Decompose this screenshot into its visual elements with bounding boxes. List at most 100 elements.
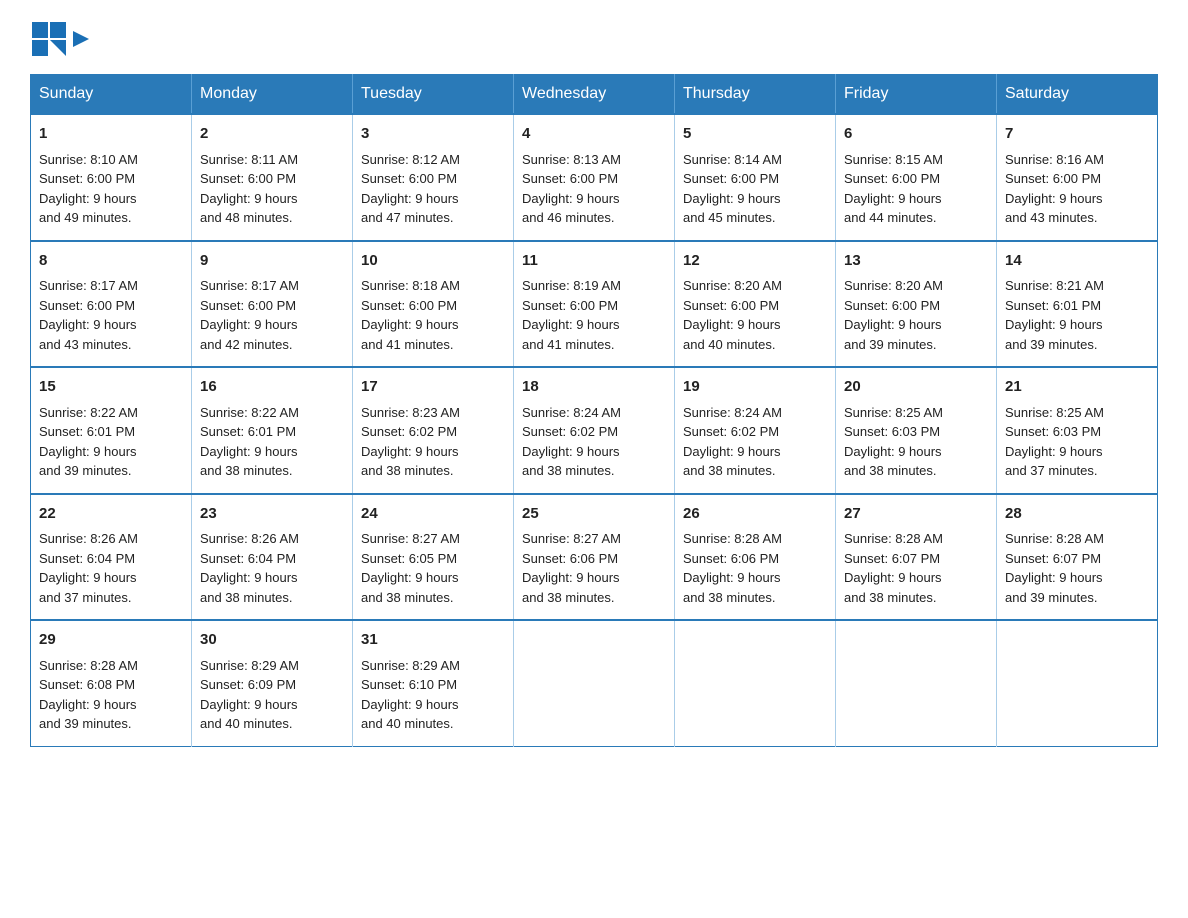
- calendar-cell: 17 Sunrise: 8:23 AMSunset: 6:02 PMDayligh…: [353, 367, 514, 494]
- day-info: Sunrise: 8:26 AMSunset: 6:04 PMDaylight:…: [200, 529, 344, 607]
- calendar-cell: 8Sunrise: 8:17 AMSunset: 6:00 PMDaylight…: [31, 241, 192, 368]
- day-info: Sunrise: 8:23 AMSunset: 6:02 PMDaylight:…: [361, 403, 505, 481]
- day-info: Sunrise: 8:22 AMSunset: 6:01 PMDaylight:…: [39, 403, 183, 481]
- header-monday: Monday: [192, 75, 353, 115]
- day-headers: Sunday Monday Tuesday Wednesday Thursday…: [31, 75, 1158, 115]
- calendar-cell: [997, 620, 1158, 746]
- day-info: Sunrise: 8:21 AMSunset: 6:01 PMDaylight:…: [1005, 276, 1149, 354]
- day-number: 1: [39, 123, 183, 146]
- day-number: 27: [844, 503, 988, 526]
- calendar-cell: 31 Sunrise: 8:29 AMSunset: 6:10 PMDayligh…: [353, 620, 514, 746]
- day-number: 9: [200, 250, 344, 273]
- header-tuesday: Tuesday: [353, 75, 514, 115]
- day-info: Sunrise: 8:28 AMSunset: 6:06 PMDaylight:…: [683, 529, 827, 607]
- calendar-cell: 22Sunrise: 8:26 AMSunset: 6:04 PMDayligh…: [31, 494, 192, 621]
- header-thursday: Thursday: [675, 75, 836, 115]
- calendar-week-3: 15 Sunrise: 8:22 AMSunset: 6:01 PMDayligh…: [31, 367, 1158, 494]
- calendar-cell: 12 Sunrise: 8:20 AMSunset: 6:00 PMDayligh…: [675, 241, 836, 368]
- calendar-cell: 6 Sunrise: 8:15 AMSunset: 6:00 PMDaylight…: [836, 114, 997, 241]
- logo: [30, 20, 90, 58]
- day-number: 26: [683, 503, 827, 526]
- calendar-cell: 3 Sunrise: 8:12 AMSunset: 6:00 PMDaylight…: [353, 114, 514, 241]
- calendar-cell: 20Sunrise: 8:25 AMSunset: 6:03 PMDayligh…: [836, 367, 997, 494]
- calendar-cell: 5 Sunrise: 8:14 AMSunset: 6:00 PMDaylight…: [675, 114, 836, 241]
- day-number: 25: [522, 503, 666, 526]
- logo-icon: [30, 20, 68, 58]
- day-number: 22: [39, 503, 183, 526]
- day-info: Sunrise: 8:25 AMSunset: 6:03 PMDaylight:…: [1005, 403, 1149, 481]
- day-info: Sunrise: 8:22 AMSunset: 6:01 PMDaylight:…: [200, 403, 344, 481]
- day-number: 23: [200, 503, 344, 526]
- day-info: Sunrise: 8:28 AMSunset: 6:07 PMDaylight:…: [1005, 529, 1149, 607]
- day-number: 2: [200, 123, 344, 146]
- day-number: 10: [361, 250, 505, 273]
- day-number: 16: [200, 376, 344, 399]
- day-info: Sunrise: 8:28 AMSunset: 6:08 PMDaylight:…: [39, 656, 183, 734]
- day-number: 31: [361, 629, 505, 652]
- day-info: Sunrise: 8:27 AMSunset: 6:06 PMDaylight:…: [522, 529, 666, 607]
- day-number: 18: [522, 376, 666, 399]
- calendar-week-1: 1 Sunrise: 8:10 AMSunset: 6:00 PMDaylight…: [31, 114, 1158, 241]
- day-info: Sunrise: 8:29 AMSunset: 6:10 PMDaylight:…: [361, 656, 505, 734]
- day-info: Sunrise: 8:28 AMSunset: 6:07 PMDaylight:…: [844, 529, 988, 607]
- calendar-cell: 14 Sunrise: 8:21 AMSunset: 6:01 PMDayligh…: [997, 241, 1158, 368]
- day-number: 3: [361, 123, 505, 146]
- calendar-cell: [836, 620, 997, 746]
- calendar-cell: 26 Sunrise: 8:28 AMSunset: 6:06 PMDayligh…: [675, 494, 836, 621]
- day-info: Sunrise: 8:14 AMSunset: 6:00 PMDaylight:…: [683, 150, 827, 228]
- calendar-cell: 13 Sunrise: 8:20 AMSunset: 6:00 PMDayligh…: [836, 241, 997, 368]
- day-number: 24: [361, 503, 505, 526]
- calendar-cell: 2 Sunrise: 8:11 AMSunset: 6:00 PMDaylight…: [192, 114, 353, 241]
- day-info: Sunrise: 8:10 AMSunset: 6:00 PMDaylight:…: [39, 150, 183, 228]
- day-info: Sunrise: 8:16 AMSunset: 6:00 PMDaylight:…: [1005, 150, 1149, 228]
- day-number: 15: [39, 376, 183, 399]
- calendar-week-4: 22 Sunrise: 8:26 AMSunset: 6:04 PMDayligh…: [31, 494, 1158, 621]
- calendar-cell: 19Sunrise: 8:24 AMSunset: 6:02 PMDayligh…: [675, 367, 836, 494]
- day-number: 7: [1005, 123, 1149, 146]
- calendar-cell: 25 Sunrise: 8:27 AMSunset: 6:06 PMDayligh…: [514, 494, 675, 621]
- day-info: Sunrise: 8:12 AMSunset: 6:00 PMDaylight:…: [361, 150, 505, 228]
- day-info: Sunrise: 8:18 AMSunset: 6:00 PMDaylight:…: [361, 276, 505, 354]
- header-wednesday: Wednesday: [514, 75, 675, 115]
- day-number: 12: [683, 250, 827, 273]
- day-info: Sunrise: 8:24 AMSunset: 6:02 PMDaylight:…: [683, 403, 827, 481]
- day-info: Sunrise: 8:20 AMSunset: 6:00 PMDaylight:…: [683, 276, 827, 354]
- day-info: Sunrise: 8:17 AMSunset: 6:00 PMDaylight:…: [200, 276, 344, 354]
- calendar-table: Sunday Monday Tuesday Wednesday Thursday…: [30, 74, 1158, 747]
- calendar-cell: 7 Sunrise: 8:16 AMSunset: 6:00 PMDaylight…: [997, 114, 1158, 241]
- calendar-cell: 10 Sunrise: 8:18 AMSunset: 6:00 PMDayligh…: [353, 241, 514, 368]
- calendar-cell: 9 Sunrise: 8:17 AMSunset: 6:00 PMDaylight…: [192, 241, 353, 368]
- day-info: Sunrise: 8:20 AMSunset: 6:00 PMDaylight:…: [844, 276, 988, 354]
- day-number: 14: [1005, 250, 1149, 273]
- day-number: 13: [844, 250, 988, 273]
- header-sunday: Sunday: [31, 75, 192, 115]
- day-info: Sunrise: 8:17 AMSunset: 6:00 PMDaylight:…: [39, 276, 183, 354]
- day-info: Sunrise: 8:27 AMSunset: 6:05 PMDaylight:…: [361, 529, 505, 607]
- day-number: 17: [361, 376, 505, 399]
- calendar-cell: [514, 620, 675, 746]
- calendar-cell: 27 Sunrise: 8:28 AMSunset: 6:07 PMDayligh…: [836, 494, 997, 621]
- day-info: Sunrise: 8:29 AMSunset: 6:09 PMDaylight:…: [200, 656, 344, 734]
- day-info: Sunrise: 8:15 AMSunset: 6:00 PMDaylight:…: [844, 150, 988, 228]
- calendar-cell: 21 Sunrise: 8:25 AMSunset: 6:03 PMDayligh…: [997, 367, 1158, 494]
- day-info: Sunrise: 8:24 AMSunset: 6:02 PMDaylight:…: [522, 403, 666, 481]
- calendar-week-2: 8Sunrise: 8:17 AMSunset: 6:00 PMDaylight…: [31, 241, 1158, 368]
- day-number: 30: [200, 629, 344, 652]
- day-number: 6: [844, 123, 988, 146]
- calendar-cell: [675, 620, 836, 746]
- calendar-cell: 1 Sunrise: 8:10 AMSunset: 6:00 PMDaylight…: [31, 114, 192, 241]
- day-number: 4: [522, 123, 666, 146]
- day-number: 20: [844, 376, 988, 399]
- calendar-cell: 30 Sunrise: 8:29 AMSunset: 6:09 PMDayligh…: [192, 620, 353, 746]
- day-number: 11: [522, 250, 666, 273]
- day-info: Sunrise: 8:13 AMSunset: 6:00 PMDaylight:…: [522, 150, 666, 228]
- calendar-cell: 29Sunrise: 8:28 AMSunset: 6:08 PMDayligh…: [31, 620, 192, 746]
- page-header: [30, 20, 1158, 58]
- calendar-cell: 23 Sunrise: 8:26 AMSunset: 6:04 PMDayligh…: [192, 494, 353, 621]
- calendar-week-5: 29Sunrise: 8:28 AMSunset: 6:08 PMDayligh…: [31, 620, 1158, 746]
- day-number: 5: [683, 123, 827, 146]
- day-number: 21: [1005, 376, 1149, 399]
- calendar-cell: 15 Sunrise: 8:22 AMSunset: 6:01 PMDayligh…: [31, 367, 192, 494]
- header-friday: Friday: [836, 75, 997, 115]
- day-info: Sunrise: 8:11 AMSunset: 6:00 PMDaylight:…: [200, 150, 344, 228]
